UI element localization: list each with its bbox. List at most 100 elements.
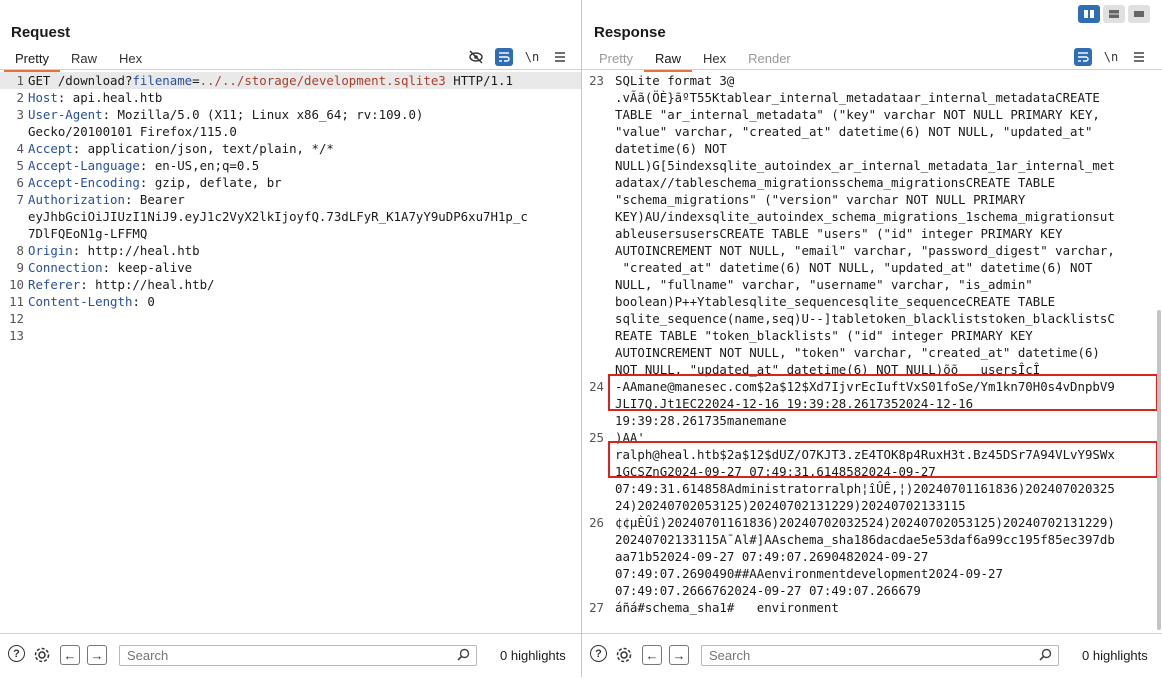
response-editor[interactable]: 23 SQLite format 3@ .vÃã(ÖÈ}ãºT55Ktablear_… xyxy=(582,72,1162,632)
line-content: Origin: http://heal.htb xyxy=(28,242,200,259)
request-line: 13 xyxy=(0,327,581,344)
line-number: 12 xyxy=(9,311,24,326)
tab-hex[interactable]: Hex xyxy=(692,48,737,70)
response-line: 19:39:28.261735manemane xyxy=(582,412,1162,429)
line-number: 25 xyxy=(589,430,604,445)
line-content: 7DlFQEoN1g-LFFMQ xyxy=(28,225,147,242)
line-content: Accept-Encoding: gzip, deflate, br xyxy=(28,174,282,191)
response-search-input[interactable] xyxy=(702,646,1019,665)
text-segment: HTTP/1.1 xyxy=(445,73,513,88)
request-line: 2 Host: api.heal.htb xyxy=(0,89,581,106)
response-line: ableusersusersCREATE TABLE "users" ("id"… xyxy=(582,225,1162,242)
line-number xyxy=(582,395,608,412)
line-number: 7 xyxy=(16,192,24,207)
eye-slash-icon[interactable] xyxy=(467,48,485,66)
annotation-box-ralph xyxy=(608,441,1158,478)
request-line: 7 Authorization: Bearer xyxy=(0,191,581,208)
request-line: 6 Accept-Encoding: gzip, deflate, br xyxy=(0,174,581,191)
search-icon[interactable] xyxy=(1039,648,1052,664)
response-line: AUTOINCREMENT NOT NULL, "email" varchar,… xyxy=(582,242,1162,259)
header-name: Host xyxy=(28,90,58,105)
tab-hex[interactable]: Hex xyxy=(108,48,153,70)
line-number: 8 xyxy=(16,243,24,258)
response-line: "created_at" datetime(6) NOT NULL, "upda… xyxy=(582,259,1162,276)
line-content: TABLE "ar_internal_metadata" ("key" varc… xyxy=(615,107,1100,122)
line-content: 20240702133115A¯Al#]AAschema_sha186dacda… xyxy=(615,532,1115,547)
line-content: aa71b52024-09-27 07:49:07.2690482024-09-… xyxy=(615,549,929,564)
response-line: "schema_migrations" ("version" varchar N… xyxy=(582,191,1162,208)
text-segment: GET /download? xyxy=(28,73,133,88)
response-line: NULL, "fullname" varchar, "username" var… xyxy=(582,276,1162,293)
line-content: SQLite format 3@ xyxy=(615,73,735,88)
text-segment: : keep-alive xyxy=(102,260,193,275)
line-content: .vÃã(ÖÈ}ãºT55Ktablear_internal_metadataa… xyxy=(615,90,1100,105)
request-line: 8 Origin: http://heal.htb xyxy=(0,242,581,259)
menu-icon[interactable] xyxy=(551,48,569,66)
newline-toggle[interactable]: \n xyxy=(523,48,541,66)
line-number: 4 xyxy=(16,141,24,156)
line-content: NULL, "fullname" varchar, "username" var… xyxy=(615,277,1033,292)
line-number xyxy=(582,531,608,548)
line-content: Accept-Language: en-US,en;q=0.5 xyxy=(28,157,259,174)
forward-arrow-icon[interactable]: → xyxy=(87,645,107,665)
line-number xyxy=(582,293,608,310)
request-line: 4 Accept: application/json, text/plain, *… xyxy=(0,140,581,157)
wrap-lines-icon[interactable] xyxy=(495,48,513,66)
line-content: Host: api.heal.htb xyxy=(28,89,162,106)
text-segment: : http://heal.htb xyxy=(72,243,200,258)
line-content: NULL)G[5indexsqlite_autoindex_ar_interna… xyxy=(615,158,1115,173)
line-number xyxy=(0,225,28,242)
line-content: Content-Length: 0 xyxy=(28,293,155,310)
line-content: 07:49:31.614858Administratorralph¦îÛÊ,¦)… xyxy=(615,481,1115,496)
response-line: REATE TABLE "token_blacklists" ("id" int… xyxy=(582,327,1162,344)
search-icon[interactable] xyxy=(457,648,470,664)
newline-toggle[interactable]: \n xyxy=(1102,48,1120,66)
request-search-input[interactable] xyxy=(120,646,437,665)
line-number: 24 xyxy=(589,379,604,394)
text-segment: = xyxy=(192,73,200,88)
request-line: eyJhbGciOiJIUzI1NiJ9.eyJ1c2VyX2lkIjoyfQ.… xyxy=(0,208,581,225)
back-arrow-icon[interactable]: ← xyxy=(60,645,80,665)
line-content: "schema_migrations" ("version" varchar N… xyxy=(615,192,1026,207)
forward-arrow-icon[interactable]: → xyxy=(669,645,689,665)
text-segment: Gecko/20100101 Firefox/115.0 xyxy=(28,124,237,139)
request-pane: Request Pretty Raw Hex \n 1 GET /download?f… xyxy=(0,0,582,677)
split-horizontal-icon[interactable] xyxy=(1103,5,1125,23)
header-name: filename xyxy=(132,73,193,88)
text-segment: : Mozilla/5.0 (X11; Linux x86_64; rv:109… xyxy=(102,107,424,122)
request-tabs: Pretty Raw Hex xyxy=(4,48,153,72)
response-scrollbar[interactable] xyxy=(1157,310,1161,630)
line-number xyxy=(582,327,608,344)
response-line: AUTOINCREMENT NOT NULL, "token" varchar,… xyxy=(582,344,1162,361)
line-content: AUTOINCREMENT NOT NULL, "email" varchar,… xyxy=(615,243,1115,258)
line-number: 27 xyxy=(589,600,604,615)
line-number xyxy=(582,174,608,191)
response-line: adatax//tableschema_migrationsschema_mig… xyxy=(582,174,1162,191)
tab-render[interactable]: Render xyxy=(737,48,802,70)
gear-icon[interactable] xyxy=(32,645,52,665)
line-number xyxy=(0,208,28,225)
header-name: Content-Length xyxy=(28,294,133,309)
tabbed-layout-icon[interactable] xyxy=(1128,5,1150,23)
response-line: 26 ¢¢µÈÛî)20240701161836)20240702032524)2… xyxy=(582,514,1162,531)
tab-pretty[interactable]: Pretty xyxy=(588,48,644,70)
line-number xyxy=(582,310,608,327)
menu-icon[interactable] xyxy=(1130,48,1148,66)
tab-raw[interactable]: Raw xyxy=(60,48,108,70)
line-content: ¢¢µÈÛî)20240701161836)20240702032524)202… xyxy=(615,515,1115,530)
response-line: .vÃã(ÖÈ}ãºT55Ktablear_internal_metadataa… xyxy=(582,89,1162,106)
line-content: "created_at" datetime(6) NOT NULL, "upda… xyxy=(615,260,1093,275)
line-content: boolean)P++Ytablesqlite_sequencesqlite_s… xyxy=(615,294,1056,309)
gear-icon[interactable] xyxy=(614,645,634,665)
text-segment: : 0 xyxy=(132,294,155,309)
request-line: 1 GET /download?filename=../../storage/de… xyxy=(0,72,581,89)
header-name: User-Agent xyxy=(28,107,103,122)
back-arrow-icon[interactable]: ← xyxy=(642,645,662,665)
response-line: NULL)G[5indexsqlite_autoindex_ar_interna… xyxy=(582,157,1162,174)
request-editor[interactable]: 1 GET /download?filename=../../storage/de… xyxy=(0,72,581,632)
help-icon[interactable]: ? xyxy=(590,645,607,662)
help-icon[interactable]: ? xyxy=(8,645,25,662)
split-vertical-icon[interactable] xyxy=(1078,5,1100,23)
annotation-box-mane xyxy=(608,374,1158,411)
wrap-lines-icon[interactable] xyxy=(1074,48,1092,66)
